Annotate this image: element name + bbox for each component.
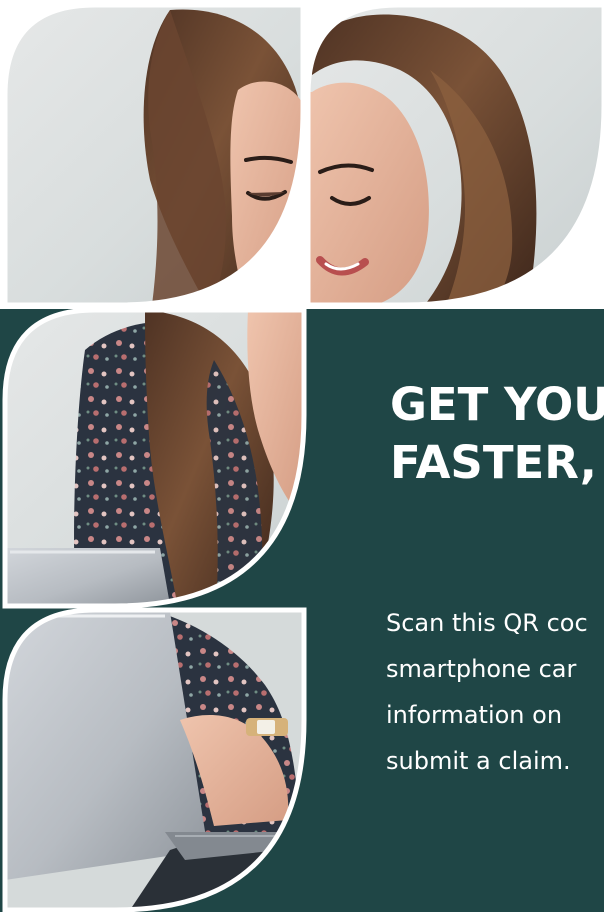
photo-tile-top-right — [308, 5, 604, 305]
photo-tile-top-left — [5, 5, 303, 305]
headline-line-2: FASTER, — [390, 436, 597, 489]
promo-page: GET YOU FASTER, Scan this QR coc smartph… — [0, 0, 604, 912]
headline: GET YOU FASTER, — [390, 376, 604, 492]
body-copy-line-2: smartphone car — [386, 655, 577, 683]
photo-tile-middle-left — [5, 310, 304, 606]
body-copy-line-4: submit a claim. — [386, 747, 571, 775]
photo-tile-bottom-left — [5, 610, 304, 910]
body-copy-line-1: Scan this QR coc — [386, 609, 588, 637]
body-copy: Scan this QR coc smartphone car informat… — [386, 600, 604, 784]
body-copy-line-3: information on — [386, 701, 563, 729]
headline-line-1: GET YOU — [390, 378, 604, 431]
